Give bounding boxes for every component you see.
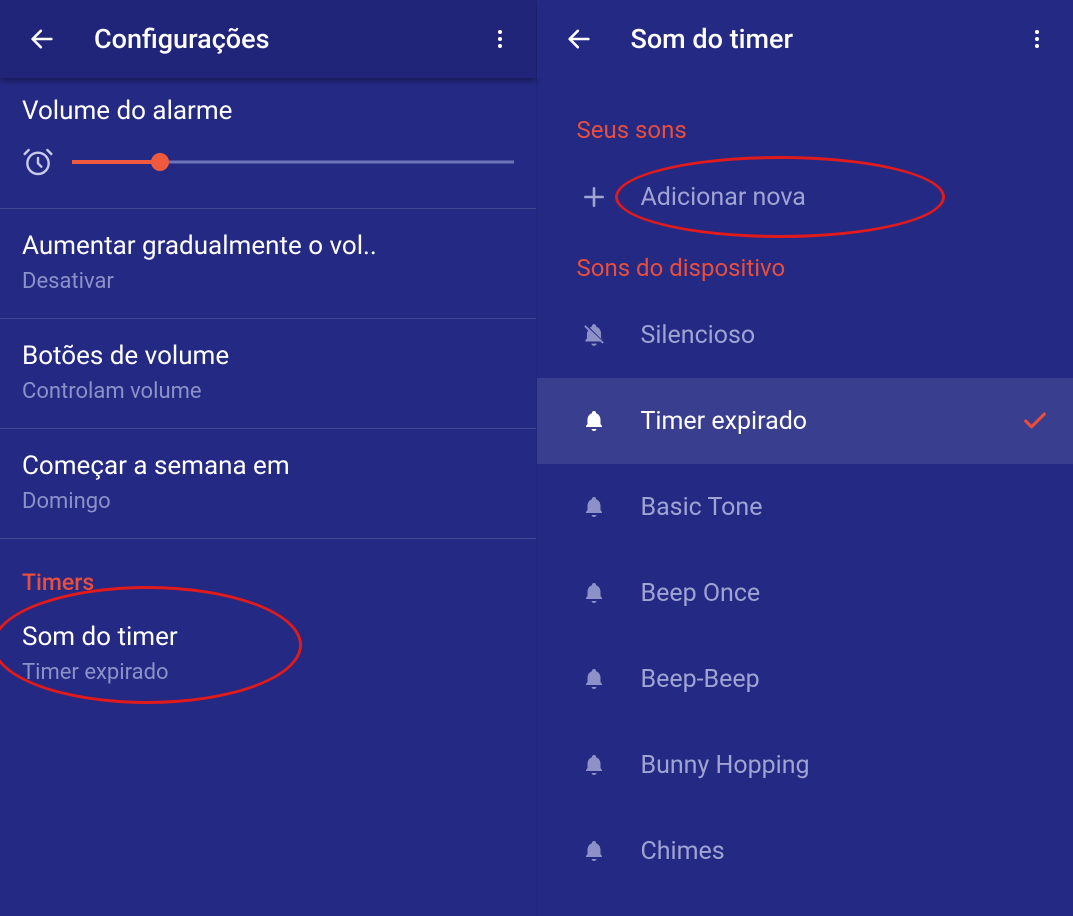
bell-icon bbox=[577, 581, 611, 605]
add-new-label: Adicionar nova bbox=[641, 183, 1050, 212]
setting-gradual-volume[interactable]: Aumentar gradualmente o vol.. Desativar bbox=[0, 209, 536, 319]
bell-icon bbox=[577, 667, 611, 691]
sound-label: Chimes bbox=[641, 837, 1050, 866]
check-icon bbox=[1021, 407, 1049, 435]
overflow-menu-left[interactable] bbox=[476, 15, 524, 63]
settings-pane: Configurações Volume do alarme Aumentar … bbox=[0, 0, 537, 916]
setting-volume-buttons[interactable]: Botões de volume Controlam volume bbox=[0, 319, 536, 429]
sound-item[interactable]: Beep-Beep bbox=[537, 636, 1073, 722]
bell-icon bbox=[577, 409, 611, 433]
sound-item[interactable]: Timer expirado bbox=[537, 378, 1073, 464]
sound-list: Silencioso Timer expirado Basic Tone Beep O… bbox=[537, 292, 1073, 894]
appbar-right: Som do timer bbox=[537, 0, 1073, 78]
page-title-left: Configurações bbox=[94, 23, 476, 55]
sound-item[interactable]: Beep Once bbox=[537, 550, 1073, 636]
section-device-sounds: Sons do dispositivo bbox=[537, 240, 1073, 292]
overflow-menu-right[interactable] bbox=[1013, 15, 1061, 63]
sound-item[interactable]: Basic Tone bbox=[537, 464, 1073, 550]
setting-primary: Som do timer bbox=[22, 622, 514, 652]
setting-secondary: Controlam volume bbox=[22, 379, 514, 404]
sound-item[interactable]: Silencioso bbox=[537, 292, 1073, 378]
setting-week-start[interactable]: Começar a semana em Domingo bbox=[0, 429, 536, 539]
bell-icon bbox=[577, 495, 611, 519]
sound-label: Bunny Hopping bbox=[641, 751, 1050, 780]
back-button[interactable] bbox=[18, 15, 66, 63]
arrow-back-icon bbox=[28, 25, 56, 53]
alarm-volume-label: Volume do alarme bbox=[22, 96, 514, 126]
bell-off-icon bbox=[577, 322, 611, 348]
more-vert-icon bbox=[1025, 27, 1049, 51]
setting-primary: Começar a semana em bbox=[22, 451, 514, 481]
sound-label: Beep Once bbox=[641, 579, 1050, 608]
plus-icon bbox=[577, 184, 611, 210]
sound-label: Beep-Beep bbox=[641, 665, 1050, 694]
bell-icon bbox=[577, 753, 611, 777]
alarm-volume-slider[interactable] bbox=[72, 152, 514, 172]
setting-timer-sound[interactable]: Som do timer Timer expirado bbox=[0, 600, 536, 709]
sound-label: Silencioso bbox=[641, 321, 1050, 350]
sound-item[interactable]: Bunny Hopping bbox=[537, 722, 1073, 808]
section-your-sounds: Seus sons bbox=[537, 78, 1073, 154]
appbar-left: Configurações bbox=[0, 0, 536, 78]
more-vert-icon bbox=[488, 27, 512, 51]
section-header-timers: Timers bbox=[0, 539, 536, 600]
setting-secondary: Domingo bbox=[22, 489, 514, 514]
back-button[interactable] bbox=[555, 15, 603, 63]
alarm-volume-setting[interactable]: Volume do alarme bbox=[0, 78, 536, 209]
page-title-right: Som do timer bbox=[631, 23, 1014, 55]
sound-label: Timer expirado bbox=[641, 407, 1022, 436]
setting-primary: Botões de volume bbox=[22, 341, 514, 371]
timer-sound-pane: Som do timer Seus sons Adicionar nova So… bbox=[537, 0, 1073, 916]
bell-icon bbox=[577, 839, 611, 863]
setting-secondary: Timer expirado bbox=[22, 660, 514, 685]
slider-thumb[interactable] bbox=[151, 153, 169, 171]
slider-fill bbox=[72, 160, 160, 164]
add-new-sound[interactable]: Adicionar nova bbox=[537, 154, 1073, 240]
setting-primary: Aumentar gradualmente o vol.. bbox=[22, 231, 514, 261]
sound-label: Basic Tone bbox=[641, 493, 1050, 522]
setting-secondary: Desativar bbox=[22, 269, 514, 294]
alarm-clock-icon bbox=[22, 146, 54, 178]
arrow-back-icon bbox=[565, 25, 593, 53]
alarm-volume-row bbox=[22, 146, 514, 178]
sound-item[interactable]: Chimes bbox=[537, 808, 1073, 894]
